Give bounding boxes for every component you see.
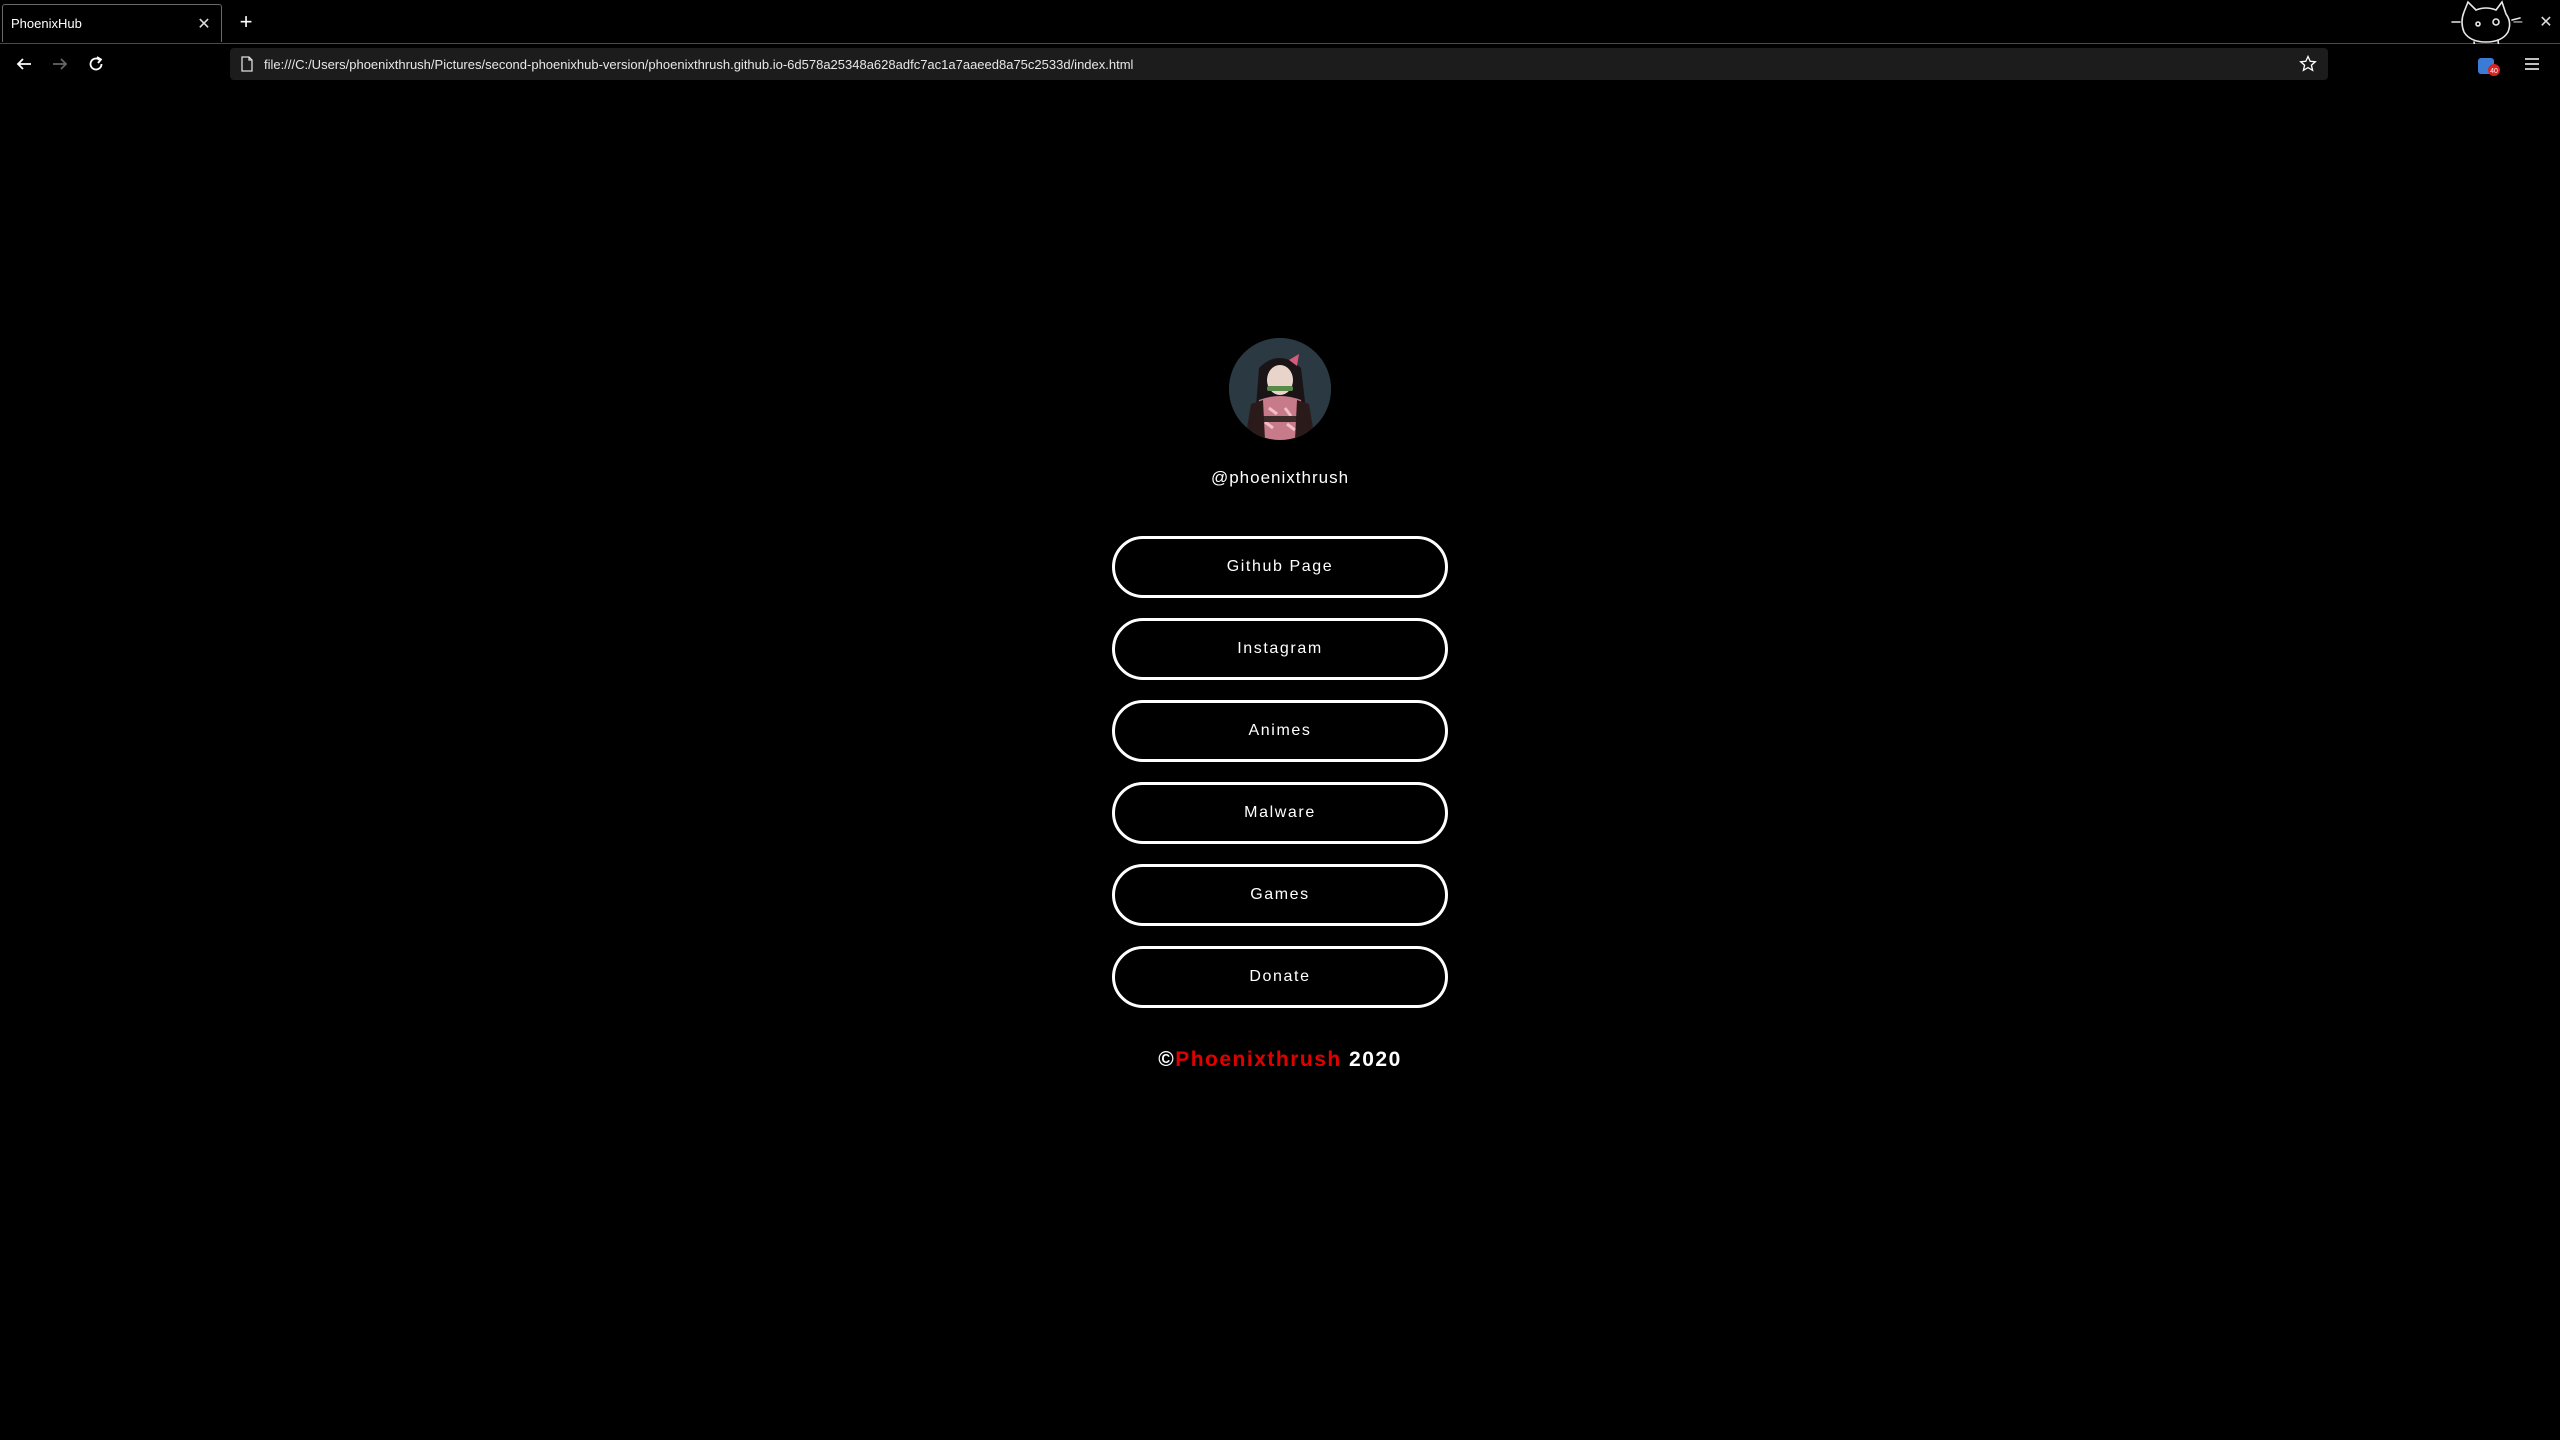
extension-badge-count: 40: [2490, 68, 2498, 75]
window-controls: – ✕: [2504, 0, 2560, 44]
close-icon[interactable]: ✕: [193, 13, 215, 35]
browser-tab[interactable]: PhoenixHub ✕: [2, 4, 222, 42]
url-text: file:///C:/Users/phoenixthrush/Pictures/…: [264, 56, 1134, 72]
avatar: [1229, 338, 1331, 440]
copyright-year: 2020: [1341, 1048, 1402, 1071]
address-bar[interactable]: file:///C:/Users/phoenixthrush/Pictures/…: [230, 48, 2328, 80]
extension-icon[interactable]: 40: [2476, 54, 2500, 78]
games-button[interactable]: Games: [1112, 864, 1448, 926]
tab-strip: PhoenixHub ✕ + – ✕: [0, 0, 2560, 65]
back-arrow-icon[interactable]: [10, 50, 38, 78]
link-list: Github Page Instagram Animes Malware Gam…: [1112, 536, 1448, 1028]
bookmark-star-icon[interactable]: [2294, 50, 2322, 78]
avatar-image: [1229, 338, 1331, 440]
forward-arrow-icon[interactable]: [46, 50, 74, 78]
minimize-button[interactable]: –: [2504, 8, 2532, 36]
github-page-button[interactable]: Github Page: [1112, 536, 1448, 598]
navigation-bar: file:///C:/Users/phoenixthrush/Pictures/…: [0, 44, 2560, 84]
copyright-symbol: ©: [1158, 1048, 1176, 1071]
copyright-footer: ©Phoenixthrush 2020: [0, 1048, 2560, 1072]
copyright-name: Phoenixthrush: [1175, 1048, 1342, 1071]
malware-button[interactable]: Malware: [1112, 782, 1448, 844]
file-icon: [241, 56, 253, 72]
reload-icon[interactable]: [82, 50, 110, 78]
tab-title: PhoenixHub: [11, 16, 82, 31]
donate-button[interactable]: Donate: [1112, 946, 1448, 1008]
profile-handle: @phoenixthrush: [1210, 468, 1350, 487]
plus-icon[interactable]: +: [234, 9, 258, 34]
close-window-button[interactable]: ✕: [2532, 8, 2560, 36]
hamburger-menu-icon[interactable]: [2518, 50, 2546, 78]
animes-button[interactable]: Animes: [1112, 700, 1448, 762]
instagram-button[interactable]: Instagram: [1112, 618, 1448, 680]
page-content: @phoenixthrush Github Page Instagram Ani…: [0, 84, 2560, 1440]
